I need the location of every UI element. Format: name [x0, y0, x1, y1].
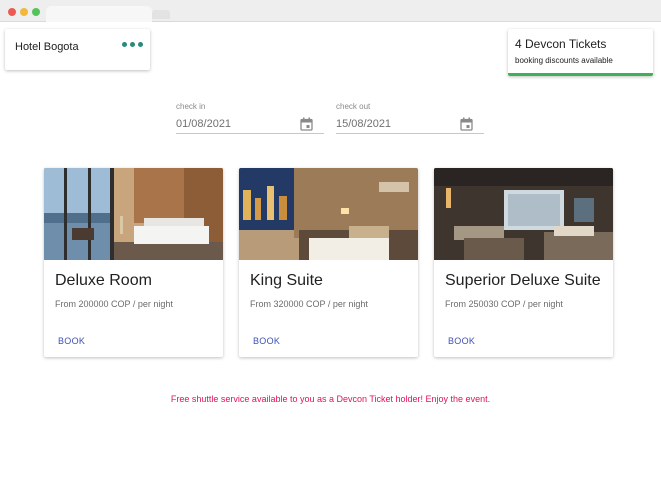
check-out-label: check out [336, 102, 371, 111]
room-price: From 320000 COP / per night [250, 299, 368, 309]
browser-title-bar [0, 0, 661, 22]
room-title: King Suite [250, 272, 323, 289]
room-title: Deluxe Room [55, 272, 152, 289]
room-title: Superior Deluxe Suite [445, 272, 601, 289]
tickets-subtitle: booking discounts available [515, 56, 613, 65]
room-photo [239, 168, 418, 260]
check-in-value[interactable]: 01/08/2021 [176, 118, 231, 130]
book-button[interactable]: BOOK [52, 333, 91, 349]
hotel-name: Hotel Bogota [15, 41, 79, 53]
new-tab-button[interactable] [152, 10, 170, 19]
room-photo [434, 168, 613, 260]
calendar-icon[interactable] [300, 117, 313, 131]
check-in-underline [176, 133, 324, 134]
room-card: King Suite From 320000 COP / per night B… [239, 168, 418, 357]
check-in-field[interactable]: check in 01/08/2021 [176, 102, 324, 134]
browser-tab[interactable] [46, 6, 152, 22]
tickets-title: 4 Devcon Tickets [515, 37, 607, 51]
tickets-card: 4 Devcon Tickets booking discounts avail… [508, 29, 653, 76]
hotel-card: Hotel Bogota [5, 29, 150, 70]
window-minimize-button[interactable] [20, 8, 28, 16]
window-maximize-button[interactable] [32, 8, 40, 16]
book-button[interactable]: BOOK [247, 333, 286, 349]
room-card: Deluxe Room From 200000 COP / per night … [44, 168, 223, 357]
room-card: Superior Deluxe Suite From 250030 COP / … [434, 168, 613, 357]
book-button[interactable]: BOOK [442, 333, 481, 349]
room-price: From 200000 COP / per night [55, 299, 173, 309]
more-horizontal-icon[interactable] [121, 41, 145, 49]
room-photo [44, 168, 223, 260]
check-out-underline [336, 133, 484, 134]
check-out-value[interactable]: 15/08/2021 [336, 118, 391, 130]
shuttle-notice: Free shuttle service available to you as… [170, 394, 491, 404]
calendar-icon[interactable] [460, 117, 473, 131]
window-close-button[interactable] [8, 8, 16, 16]
room-price: From 250030 COP / per night [445, 299, 563, 309]
check-out-field[interactable]: check out 15/08/2021 [336, 102, 484, 134]
check-in-label: check in [176, 102, 206, 111]
